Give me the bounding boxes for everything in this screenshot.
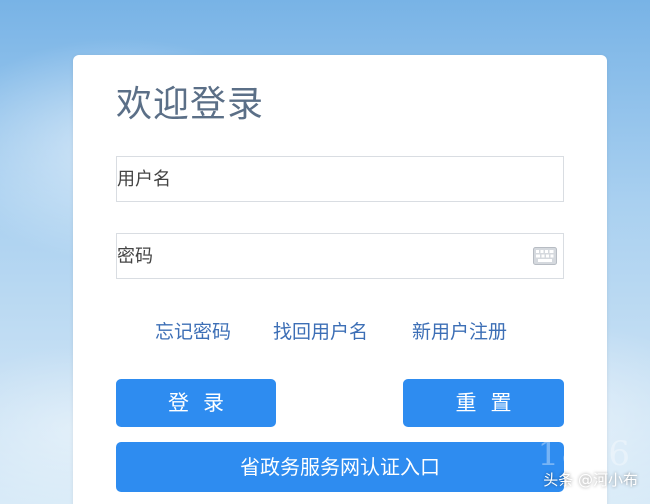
username-field[interactable]: 用户名: [116, 156, 564, 202]
username-placeholder: 用户名: [117, 169, 171, 190]
page-title: 欢迎登录: [116, 84, 265, 125]
login-card: 欢迎登录 用户名 密码 忘记密码 找回用户名 新用户注册 登录 重置 省政务服务…: [73, 55, 607, 504]
reset-button[interactable]: 重置: [403, 379, 564, 427]
password-field[interactable]: 密码: [116, 233, 564, 279]
page-background: 欢迎登录 用户名 密码 忘记密码 找回用户名 新用户注册 登录 重置 省政务服务…: [0, 0, 650, 504]
login-button[interactable]: 登录: [116, 379, 276, 427]
recover-username-link[interactable]: 找回用户名: [273, 320, 368, 344]
account-links: 忘记密码 找回用户名 新用户注册: [155, 320, 555, 344]
keyboard-icon[interactable]: [533, 247, 557, 265]
register-link[interactable]: 新用户注册: [412, 320, 507, 344]
forgot-password-link[interactable]: 忘记密码: [155, 320, 231, 344]
gov-auth-button[interactable]: 省政务服务网认证入口: [116, 442, 564, 492]
password-placeholder: 密码: [117, 246, 153, 267]
